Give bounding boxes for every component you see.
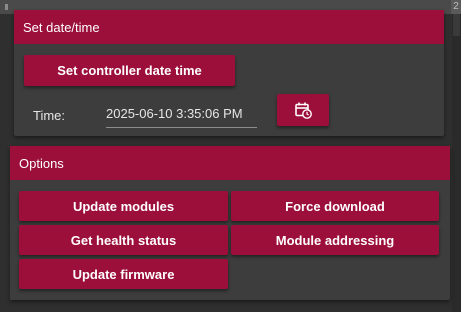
calendar-picker-button[interactable] xyxy=(277,94,329,126)
datetime-panel-title: Set date/time xyxy=(23,19,100,35)
module-addressing-button[interactable]: Module addressing xyxy=(231,225,439,255)
scrollbar[interactable] xyxy=(452,14,461,312)
options-panel-title: Options xyxy=(19,155,64,171)
update-firmware-button[interactable]: Update firmware xyxy=(19,259,228,289)
calendar-clock-icon xyxy=(294,101,312,119)
force-download-button[interactable]: Force download xyxy=(231,191,439,221)
time-label: Time: xyxy=(33,108,66,123)
set-controller-date-time-button[interactable]: Set controller date time xyxy=(24,55,235,86)
time-input[interactable]: 2025-06-10 3:35:06 PM xyxy=(106,104,257,128)
options-panel-header: Options xyxy=(10,146,450,180)
scrollbar-arrow[interactable] xyxy=(453,14,460,36)
app-root: 2 Set date/time Set controller date time… xyxy=(0,0,461,312)
top-bar-corner-indicator: 2 xyxy=(451,0,461,14)
time-input-value: 2025-06-10 3:35:06 PM xyxy=(106,106,243,121)
top-bar-marker xyxy=(5,4,8,10)
datetime-panel-header: Set date/time xyxy=(14,10,444,44)
update-modules-button[interactable]: Update modules xyxy=(19,191,228,221)
get-health-status-button[interactable]: Get health status xyxy=(19,225,228,255)
